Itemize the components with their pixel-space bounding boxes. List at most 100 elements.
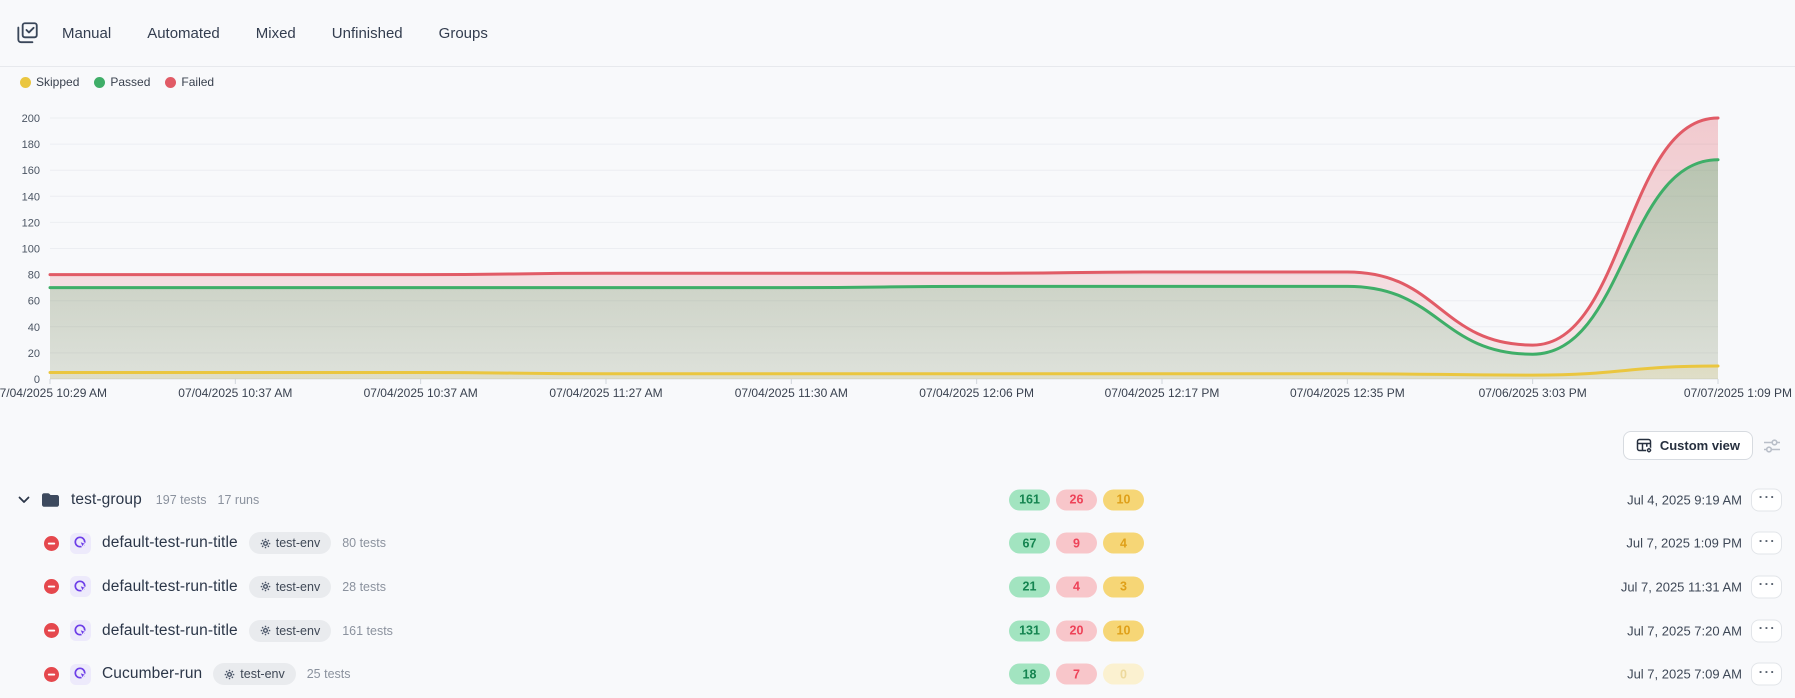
svg-text:07/06/2025 3:03 PM: 07/06/2025 3:03 PM xyxy=(1479,386,1587,400)
automation-run-icon xyxy=(70,664,91,685)
environment-label: test-env xyxy=(276,624,320,638)
failed-badge: 4 xyxy=(1056,576,1097,597)
timestamp: Jul 7, 2025 11:31 AM xyxy=(1621,579,1742,594)
result-badges: 18 7 0 xyxy=(1009,664,1144,685)
custom-view-label: Custom view xyxy=(1660,438,1740,453)
row-menu-button[interactable]: ··· xyxy=(1751,488,1782,511)
svg-text:07/04/2025 10:29 AM: 07/04/2025 10:29 AM xyxy=(0,386,107,400)
svg-text:160: 160 xyxy=(22,165,40,177)
test-runs-list: test-group 197 tests 17 runs 161 26 10 J… xyxy=(0,478,1795,696)
tab-unfinished[interactable]: Unfinished xyxy=(332,25,403,42)
sliders-icon[interactable] xyxy=(1762,437,1782,455)
row-menu-button[interactable]: ··· xyxy=(1751,575,1782,598)
passed-badge: 161 xyxy=(1009,489,1050,510)
skipped-dot-icon xyxy=(20,77,31,88)
tab-manual[interactable]: Manual xyxy=(62,25,111,42)
environment-label: test-env xyxy=(276,536,320,550)
svg-text:100: 100 xyxy=(22,244,40,256)
skipped-badge: 4 xyxy=(1103,533,1144,554)
top-tab-bar: Manual Automated Mixed Unfinished Groups xyxy=(0,0,1795,67)
test-runs-page: { "header": { "tabs": [ {"label": "Manua… xyxy=(0,0,1795,698)
test-run-row[interactable]: default-test-run-title test-env 28 tests… xyxy=(0,565,1795,609)
svg-text:120: 120 xyxy=(22,217,40,229)
failed-badge: 9 xyxy=(1056,533,1097,554)
group-row[interactable]: test-group 197 tests 17 runs 161 26 10 J… xyxy=(0,478,1795,522)
timestamp: Jul 7, 2025 7:20 AM xyxy=(1627,623,1742,638)
environment-label: test-env xyxy=(240,667,284,681)
failed-badge: 7 xyxy=(1056,664,1097,685)
automation-run-icon xyxy=(70,533,91,554)
svg-text:180: 180 xyxy=(22,139,40,151)
custom-view-button[interactable]: Custom view xyxy=(1623,431,1753,460)
result-badges: 161 26 10 xyxy=(1009,489,1144,510)
runs-count: 17 runs xyxy=(218,493,260,507)
failed-dot-icon xyxy=(165,77,176,88)
row-main: test-group 197 tests 17 runs xyxy=(0,491,259,509)
run-title[interactable]: default-test-run-title xyxy=(102,578,238,596)
stop-icon xyxy=(44,623,59,638)
legend-label: Skipped xyxy=(36,75,79,89)
environment-badge: test-env xyxy=(249,576,331,598)
svg-text:07/04/2025 12:35 PM: 07/04/2025 12:35 PM xyxy=(1290,386,1405,400)
tab-automated[interactable]: Automated xyxy=(147,25,220,42)
row-right: Jul 7, 2025 1:09 PM ··· xyxy=(1626,532,1782,555)
automation-run-icon xyxy=(70,620,91,641)
skipped-badge: 3 xyxy=(1103,576,1144,597)
gear-icon xyxy=(260,538,271,549)
svg-text:80: 80 xyxy=(28,270,40,282)
gear-icon xyxy=(224,669,235,680)
svg-text:07/04/2025 11:30 AM: 07/04/2025 11:30 AM xyxy=(735,386,848,400)
skipped-badge: 0 xyxy=(1103,664,1144,685)
legend-label: Failed xyxy=(181,75,214,89)
list-toolbar: Custom view xyxy=(1623,431,1782,460)
passed-badge: 21 xyxy=(1009,576,1050,597)
legend-item-skipped: Skipped xyxy=(20,75,79,89)
legend-item-failed: Failed xyxy=(165,75,214,89)
svg-text:40: 40 xyxy=(28,322,40,334)
row-main: default-test-run-title test-env 28 tests xyxy=(0,576,386,598)
row-menu-button[interactable]: ··· xyxy=(1751,619,1782,642)
chevron-down-icon[interactable] xyxy=(18,496,30,504)
svg-text:07/04/2025 10:37 AM: 07/04/2025 10:37 AM xyxy=(364,386,478,400)
result-badges: 67 9 4 xyxy=(1009,533,1144,554)
svg-text:0: 0 xyxy=(34,374,40,386)
timestamp: Jul 7, 2025 7:09 AM xyxy=(1627,667,1742,682)
legend-label: Passed xyxy=(110,75,150,89)
result-badges: 21 4 3 xyxy=(1009,576,1144,597)
automation-run-icon xyxy=(70,576,91,597)
row-menu-button[interactable]: ··· xyxy=(1751,532,1782,555)
custom-view-icon xyxy=(1636,437,1653,454)
row-menu-button[interactable]: ··· xyxy=(1751,663,1782,686)
tab-groups[interactable]: Groups xyxy=(439,25,488,42)
run-title[interactable]: default-test-run-title xyxy=(102,622,238,640)
failed-badge: 20 xyxy=(1056,620,1097,641)
run-title[interactable]: Cucumber-run xyxy=(102,665,202,683)
run-title[interactable]: test-group xyxy=(71,491,142,509)
environment-label: test-env xyxy=(276,580,320,594)
tabs: Manual Automated Mixed Unfinished Groups xyxy=(62,25,488,42)
gear-icon xyxy=(260,625,271,636)
run-title[interactable]: default-test-run-title xyxy=(102,534,238,552)
test-run-row[interactable]: default-test-run-title test-env 80 tests… xyxy=(0,522,1795,566)
svg-text:60: 60 xyxy=(28,296,40,308)
passed-badge: 67 xyxy=(1009,533,1050,554)
environment-badge: test-env xyxy=(249,532,331,554)
row-main: default-test-run-title test-env 161 test… xyxy=(0,620,393,642)
failed-badge: 26 xyxy=(1056,489,1097,510)
svg-text:07/04/2025 12:17 PM: 07/04/2025 12:17 PM xyxy=(1105,386,1220,400)
tab-mixed[interactable]: Mixed xyxy=(256,25,296,42)
passed-badge: 18 xyxy=(1009,664,1050,685)
stop-icon xyxy=(44,667,59,682)
svg-text:07/04/2025 11:27 AM: 07/04/2025 11:27 AM xyxy=(549,386,662,400)
results-area-chart: 02040608010012014016018020007/04/2025 10… xyxy=(0,94,1795,406)
stop-icon xyxy=(44,536,59,551)
test-run-row[interactable]: default-test-run-title test-env 161 test… xyxy=(0,609,1795,653)
copy-check-icon[interactable] xyxy=(14,20,40,46)
skipped-badge: 10 xyxy=(1103,620,1144,641)
legend-item-passed: Passed xyxy=(94,75,150,89)
stop-icon xyxy=(44,579,59,594)
test-run-row[interactable]: Cucumber-run test-env 25 tests 18 7 0 Ju… xyxy=(0,652,1795,696)
tests-count: 80 tests xyxy=(342,536,386,550)
svg-text:07/04/2025 12:06 PM: 07/04/2025 12:06 PM xyxy=(919,386,1034,400)
gear-icon xyxy=(260,581,271,592)
